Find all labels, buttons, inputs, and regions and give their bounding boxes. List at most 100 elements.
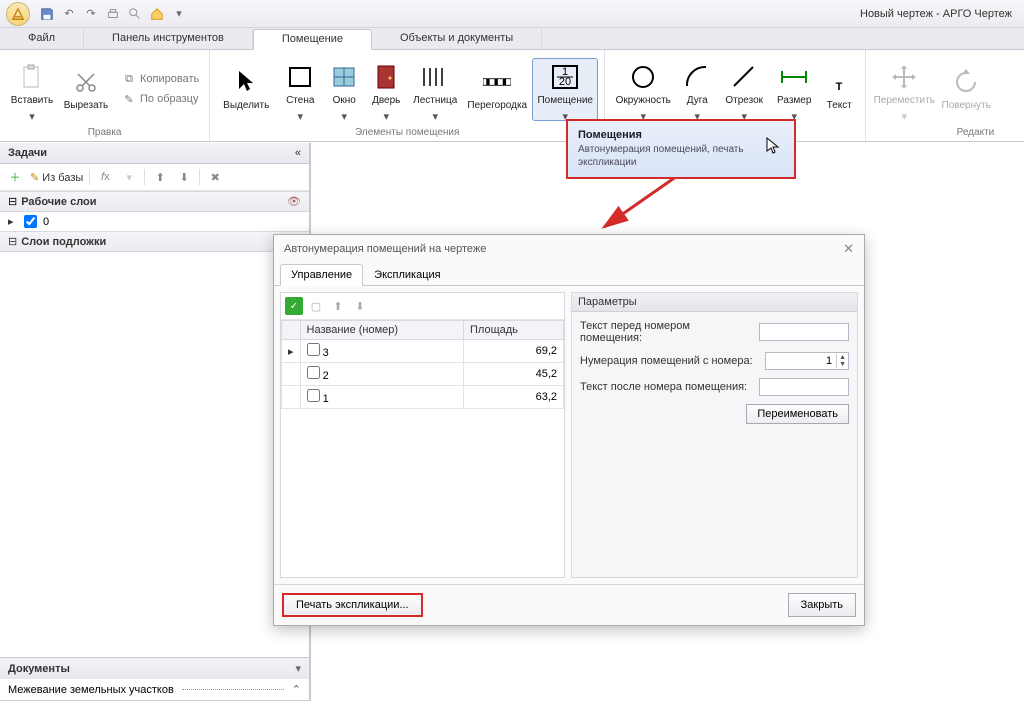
door-button[interactable]: Дверь▾ [366, 59, 406, 120]
chevron-down-icon: ▾ [29, 110, 35, 116]
check-all-icon[interactable]: ✓ [285, 297, 303, 315]
partition-icon [483, 68, 511, 96]
up-icon[interactable]: ⬆ [151, 168, 169, 186]
uncheck-icon[interactable]: ▢ [307, 297, 325, 315]
wall-button[interactable]: Стена▾ [278, 59, 322, 120]
down-icon[interactable]: ⬇ [175, 168, 193, 186]
tasks-toolbar: ＋ ✎ Из базы fx ▾ ⬆ ⬇ ✖ [0, 164, 309, 191]
dialog-params-panel: Параметры Текст перед номером помещения:… [571, 292, 858, 578]
layer-row[interactable]: ▸ 0 [0, 212, 309, 231]
tasks-header: Задачи « [0, 143, 309, 164]
tasks-pane: Задачи « ＋ ✎ Из базы fx ▾ ⬆ ⬇ ✖ ⊟Рабочие… [0, 143, 310, 701]
stairs-icon [421, 63, 449, 91]
brush-icon: ✎ [122, 92, 136, 106]
partition-button[interactable]: Перегородка [464, 64, 530, 115]
delete-icon[interactable]: ✖ [206, 168, 224, 186]
stairs-button[interactable]: Лестница▾ [408, 59, 462, 120]
table-row[interactable]: 245,2 [282, 363, 564, 386]
documents-header[interactable]: Документы ▾ [0, 657, 309, 679]
tab-management[interactable]: Управление [280, 264, 363, 286]
col-name[interactable]: Название (номер) [300, 321, 463, 340]
documents-item[interactable]: Межевание земельных участков ⌃ [0, 679, 309, 701]
qat-customize-icon[interactable]: ▾ [170, 5, 188, 23]
sublayers-section-header[interactable]: ⊟Слои подложки [0, 231, 309, 252]
paste-icon [18, 63, 46, 91]
room-button[interactable]: 120 Помещение▾ [532, 58, 598, 121]
layers-section-header[interactable]: ⊟Рабочие слои 👁 [0, 191, 309, 212]
title-bar: ↶ ↷ ▾ Новый чертеж - АРГО Чертеж [0, 0, 1024, 28]
layer-name: 0 [43, 216, 49, 228]
dialog-list-panel: ✓ ▢ ⬆ ⬇ Название (номер) Площадь ▸ 369,2… [280, 292, 565, 578]
cut-button[interactable]: Вырезать [60, 64, 112, 115]
expand-icon[interactable]: ⌃ [292, 683, 301, 696]
rotate-icon [952, 68, 980, 96]
from-db-link[interactable]: ✎ Из базы [30, 171, 83, 184]
ribbon-tabs: Файл Панель инструментов Помещение Объек… [0, 28, 1024, 50]
move-down-icon[interactable]: ⬇ [351, 297, 369, 315]
format-painter-button[interactable]: ✎По образцу [118, 90, 203, 108]
move-button[interactable]: Переместить▾ [872, 59, 936, 120]
chevron-down-icon[interactable]: ▾ [295, 662, 301, 675]
col-area[interactable]: Площадь [464, 321, 564, 340]
circle-button[interactable]: Окружность▾ [611, 59, 675, 120]
window-icon [330, 63, 358, 91]
qat-home-icon[interactable] [148, 5, 166, 23]
circle-icon [629, 63, 657, 91]
collapse-icon[interactable]: « [295, 147, 301, 159]
spin-down-icon[interactable]: ▼ [837, 361, 848, 368]
close-button[interactable]: Закрыть [788, 593, 856, 617]
prefix-input[interactable] [759, 323, 849, 341]
dialog-tabs: Управление Экспликация [274, 263, 864, 286]
table-row[interactable]: 163,2 [282, 386, 564, 409]
print-explication-button[interactable]: Печать экспликации... [282, 593, 423, 617]
app-logo-icon [11, 7, 25, 21]
table-row[interactable]: ▸ 369,2 [282, 340, 564, 363]
close-icon[interactable]: ✕ [843, 241, 854, 257]
size-button[interactable]: Размер▾ [771, 59, 817, 120]
cursor-icon [766, 137, 780, 155]
tab-explication[interactable]: Экспликация [363, 264, 451, 286]
layer-checkbox[interactable] [24, 215, 37, 228]
rotate-button[interactable]: Повернуть [938, 64, 994, 115]
group-transform: Переместить▾ Повернуть Редакти [866, 50, 1000, 141]
qat-print-icon[interactable] [104, 5, 122, 23]
select-button[interactable]: Выделить [216, 64, 276, 115]
tab-tools[interactable]: Панель инструментов [84, 29, 253, 50]
rooms-table: Название (номер) Площадь ▸ 369,2 245,2 1… [281, 320, 564, 409]
wall-icon [286, 63, 314, 91]
door-icon [372, 63, 400, 91]
qat-redo-icon[interactable]: ↷ [82, 5, 100, 23]
qat-zoom-icon[interactable] [126, 5, 144, 23]
arc-button[interactable]: Дуга▾ [677, 59, 717, 120]
tooltip-subtitle: Автонумерация помещений, печать эксплика… [578, 143, 784, 169]
app-menu-button[interactable] [6, 2, 30, 26]
text-button[interactable]: T Текст [819, 64, 859, 115]
segment-button[interactable]: Отрезок▾ [719, 59, 769, 120]
window-button[interactable]: Окно▾ [324, 59, 364, 120]
paste-button[interactable]: Вставить ▾ [6, 59, 58, 120]
copy-icon: ⧉ [122, 72, 136, 86]
tab-objects[interactable]: Объекты и документы [372, 29, 542, 50]
window-title: Новый чертеж - АРГО Чертеж [860, 8, 1012, 20]
params-header: Параметры [572, 293, 857, 312]
qat-save-icon[interactable] [38, 5, 56, 23]
dimension-icon [780, 63, 808, 91]
qat-undo-icon[interactable]: ↶ [60, 5, 78, 23]
rename-button[interactable]: Переименовать [746, 404, 849, 424]
spin-up-icon[interactable]: ▲ [837, 354, 848, 361]
line-icon [730, 63, 758, 91]
text-icon: T [825, 68, 853, 96]
add-icon[interactable]: ＋ [6, 168, 24, 186]
cursor-icon [232, 68, 260, 96]
suffix-input[interactable] [759, 378, 849, 396]
svg-text:20: 20 [559, 76, 571, 88]
move-up-icon[interactable]: ⬆ [329, 297, 347, 315]
tab-room[interactable]: Помещение [253, 29, 372, 50]
eye-icon[interactable]: 👁 [287, 195, 301, 208]
copy-button[interactable]: ⧉Копировать [118, 70, 203, 88]
start-number-spinner[interactable]: ▲▼ [765, 352, 849, 370]
room-dropdown-tooltip[interactable]: Помещения Автонумерация помещений, печат… [566, 119, 796, 179]
fx-icon[interactable]: fx [96, 168, 114, 186]
tab-file[interactable]: Файл [0, 29, 84, 50]
arc-icon [683, 63, 711, 91]
